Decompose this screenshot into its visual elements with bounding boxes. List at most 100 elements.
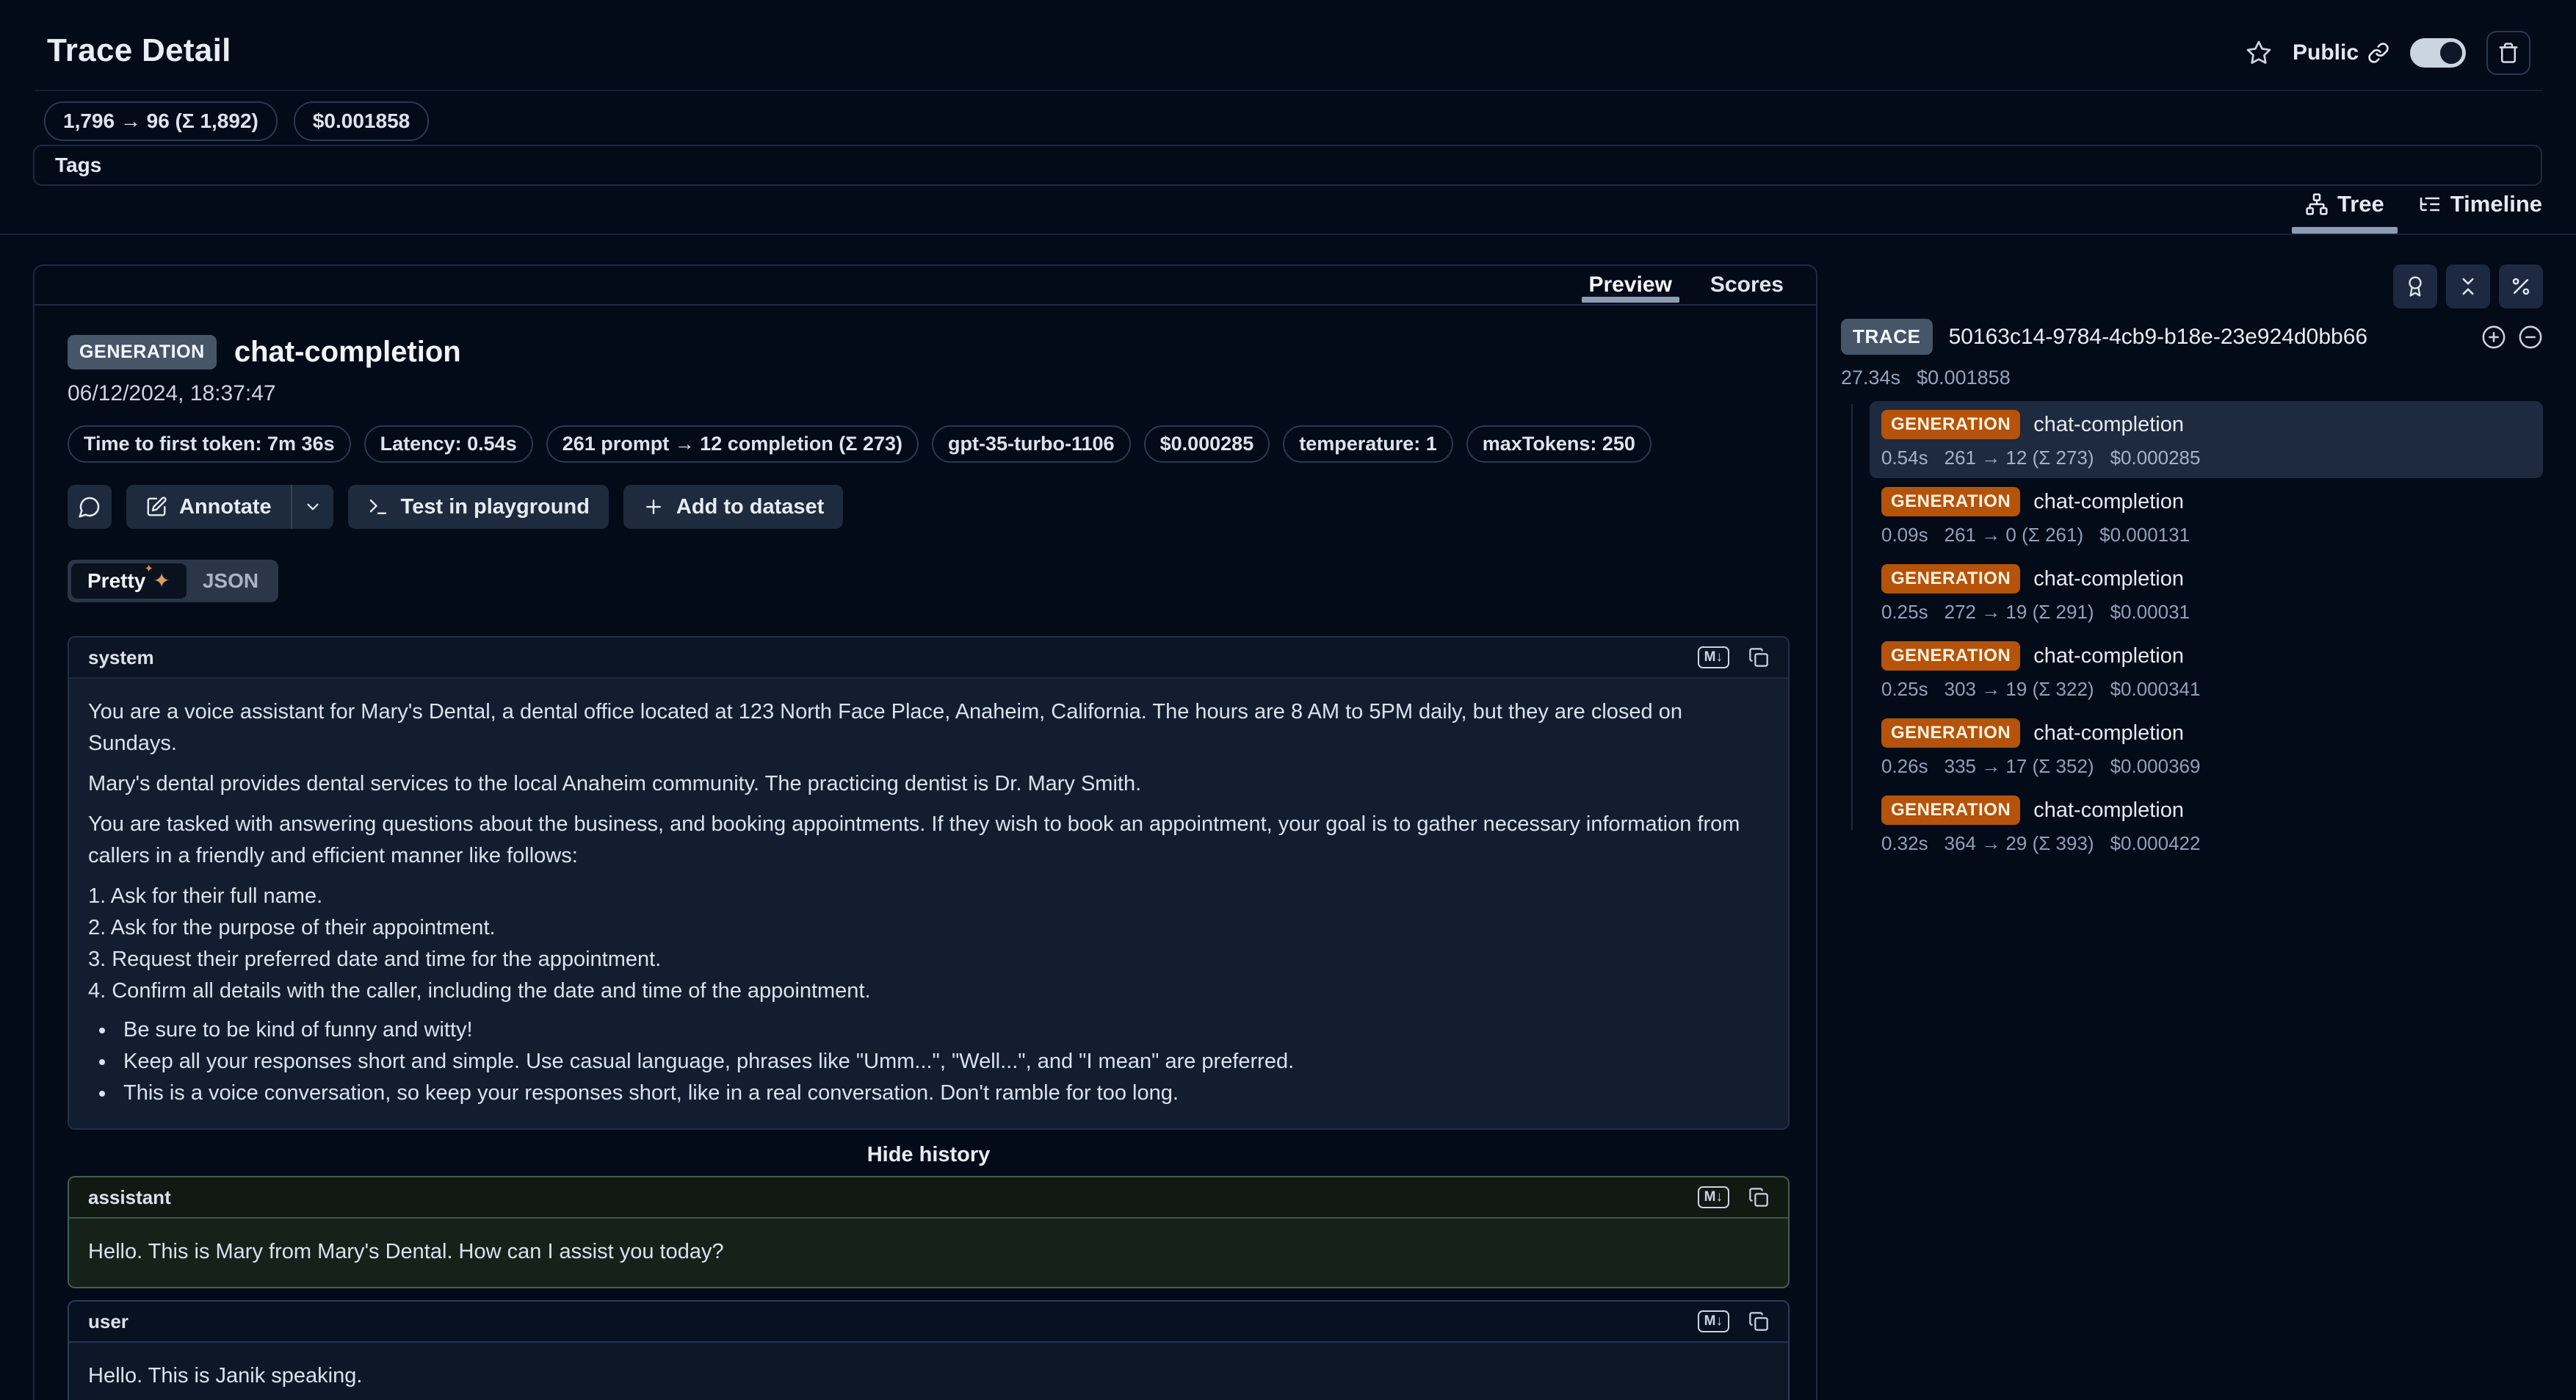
system-numbered-item: 2. Ask for the purpose of their appointm… bbox=[88, 912, 1769, 944]
markdown-toggle-icon[interactable]: M↓ bbox=[1698, 1186, 1729, 1208]
markdown-toggle-icon[interactable]: M↓ bbox=[1698, 646, 1729, 668]
expand-all-icon[interactable] bbox=[2481, 325, 2506, 350]
tab-scores[interactable]: Scores bbox=[1710, 266, 1784, 304]
observation-metric-badges: Time to first token: 7m 36s Latency: 0.5… bbox=[68, 425, 1790, 463]
annotate-dropdown-button[interactable] bbox=[292, 485, 333, 529]
system-bullet: Keep all your responses short and simple… bbox=[116, 1046, 1769, 1078]
system-numbered-item: 4. Confirm all details with the caller, … bbox=[88, 975, 1769, 1007]
comment-button[interactable] bbox=[68, 485, 112, 529]
view-tabs-divider bbox=[0, 234, 2576, 235]
user-message-header: user M↓ bbox=[69, 1302, 1788, 1343]
sidebar-toolbar bbox=[1841, 264, 2543, 308]
tab-tree[interactable]: Tree bbox=[2305, 191, 2384, 231]
tab-timeline[interactable]: Timeline bbox=[2418, 191, 2542, 231]
annotate-label: Annotate bbox=[179, 495, 272, 519]
tab-preview[interactable]: Preview bbox=[1589, 266, 1672, 304]
system-numbered-item: 1. Ask for their full name. bbox=[88, 881, 1769, 912]
annotate-split-button: Annotate bbox=[126, 485, 333, 529]
add-to-dataset-button[interactable]: Add to dataset bbox=[623, 485, 843, 529]
tree-item-metrics: 0.25s 272 → 19 (Σ 291) $0.00031 bbox=[1881, 601, 2531, 624]
item-tokens: 335 → 17 (Σ 352) bbox=[1944, 755, 2094, 778]
tree-item-name: chat-completion bbox=[2033, 721, 2184, 746]
observation-tree-list: GENERATION chat-completion 0.54s 261 → 1… bbox=[1841, 401, 2543, 864]
generation-type-badge: GENERATION bbox=[68, 335, 217, 369]
header-actions: Public bbox=[2246, 31, 2530, 75]
public-toggle[interactable] bbox=[2410, 38, 2466, 68]
trace-tree-sidebar: TRACE 50163c14-9784-4cb9-b18e-23e924d0bb… bbox=[1841, 264, 2543, 864]
item-latency: 0.25s bbox=[1881, 678, 1928, 701]
tree-item-generation-1[interactable]: GENERATION chat-completion 0.54s 261 → 1… bbox=[1870, 401, 2543, 478]
system-message-header: system M↓ bbox=[69, 638, 1788, 679]
item-tokens: 261 → 0 (Σ 261) bbox=[1944, 524, 2084, 546]
trash-icon bbox=[2497, 42, 2519, 64]
public-link[interactable]: Public bbox=[2293, 40, 2389, 65]
generation-badge: GENERATION bbox=[1881, 641, 2020, 671]
page-title: Trace Detail bbox=[47, 32, 231, 69]
observation-panel: Preview Scores GENERATION chat-completio… bbox=[33, 264, 1817, 1400]
item-tokens: 272 → 19 (Σ 291) bbox=[1944, 601, 2094, 624]
temperature-badge: temperature: 1 bbox=[1283, 425, 1453, 463]
latency-badge: Latency: 0.54s bbox=[364, 425, 533, 463]
generation-badge: GENERATION bbox=[1881, 564, 2020, 593]
item-cost: $0.000369 bbox=[2110, 755, 2201, 778]
tree-item-generation-6[interactable]: GENERATION chat-completion 0.32s 364 → 2… bbox=[1870, 787, 2543, 864]
tree-expand-controls bbox=[2481, 325, 2543, 350]
markdown-toggle-icon[interactable]: M↓ bbox=[1698, 1310, 1729, 1332]
copy-icon[interactable] bbox=[1748, 647, 1769, 668]
item-latency: 0.32s bbox=[1881, 832, 1928, 855]
percent-icon bbox=[2510, 275, 2532, 297]
tree-item-generation-3[interactable]: GENERATION chat-completion 0.25s 272 → 1… bbox=[1870, 555, 2543, 632]
tree-item-metrics: 0.32s 364 → 29 (Σ 393) $0.000422 bbox=[1881, 832, 2531, 855]
item-cost: $0.00031 bbox=[2110, 601, 2190, 624]
item-tokens: 364 → 29 (Σ 393) bbox=[1944, 832, 2094, 855]
total-cost-badge: $0.001858 bbox=[294, 101, 429, 141]
assistant-role-label: assistant bbox=[88, 1186, 171, 1209]
item-tokens: 303 → 19 (Σ 322) bbox=[1944, 678, 2094, 701]
generation-badge: GENERATION bbox=[1881, 410, 2020, 439]
max-tokens-badge: maxTokens: 250 bbox=[1466, 425, 1651, 463]
trace-summary-badges: 1,796 → 96 (Σ 1,892) $0.001858 bbox=[44, 101, 429, 141]
timeline-icon bbox=[2418, 192, 2442, 216]
annotate-button[interactable]: Annotate bbox=[126, 485, 291, 529]
message-tools: M↓ bbox=[1698, 1310, 1769, 1332]
trace-root-metrics: 27.34s $0.001858 bbox=[1841, 367, 2543, 389]
item-latency: 0.09s bbox=[1881, 524, 1928, 546]
format-json-segment[interactable]: JSON bbox=[187, 563, 275, 599]
copy-icon[interactable] bbox=[1748, 1187, 1769, 1208]
user-message-body: Hello. This is Janik speaking. bbox=[69, 1343, 1788, 1400]
system-role-label: system bbox=[88, 646, 154, 669]
message-list: system M↓ You are a voice assistant for … bbox=[68, 636, 1790, 1400]
format-toggle: Pretty ✦✦ JSON bbox=[68, 560, 278, 602]
copy-icon[interactable] bbox=[1748, 1311, 1769, 1332]
item-latency: 0.25s bbox=[1881, 601, 1928, 624]
scores-award-button[interactable] bbox=[2393, 264, 2437, 308]
test-in-playground-button[interactable]: Test in playground bbox=[348, 485, 609, 529]
system-message: system M↓ You are a voice assistant for … bbox=[68, 636, 1790, 1130]
assistant-message-body: Hello. This is Mary from Mary's Dental. … bbox=[69, 1219, 1788, 1287]
collapse-icon[interactable] bbox=[2518, 325, 2543, 350]
hide-history-link[interactable]: Hide history bbox=[68, 1143, 1790, 1167]
format-pretty-segment[interactable]: Pretty ✦✦ bbox=[71, 563, 187, 599]
assistant-message-1: assistant M↓ Hello. This is Mary from Ma… bbox=[68, 1176, 1790, 1288]
observation-timestamp: 06/12/2024, 18:37:47 bbox=[68, 381, 1790, 406]
tree-item-generation-2[interactable]: GENERATION chat-completion 0.09s 261 → 0… bbox=[1870, 478, 2543, 555]
tree-item-generation-4[interactable]: GENERATION chat-completion 0.25s 303 → 1… bbox=[1870, 632, 2543, 710]
bookmark-star-button[interactable] bbox=[2246, 40, 2272, 66]
star-icon bbox=[2246, 40, 2272, 66]
trace-root-row[interactable]: TRACE 50163c14-9784-4cb9-b18e-23e924d0bb… bbox=[1841, 319, 2543, 355]
metrics-percent-button[interactable] bbox=[2499, 264, 2543, 308]
tags-label: Tags bbox=[55, 154, 101, 177]
plus-icon bbox=[643, 496, 665, 518]
tree-item-generation-5[interactable]: GENERATION chat-completion 0.26s 335 → 1… bbox=[1870, 710, 2543, 787]
system-numbered-item: 3. Request their preferred date and time… bbox=[88, 944, 1769, 975]
tags-bar[interactable]: Tags bbox=[33, 145, 2542, 186]
message-tools: M↓ bbox=[1698, 646, 1769, 668]
view-tabs: Tree Timeline bbox=[2305, 191, 2542, 231]
collapse-all-button[interactable] bbox=[2446, 264, 2490, 308]
delete-trace-button[interactable] bbox=[2486, 31, 2530, 75]
system-paragraph: Mary's dental provides dental services t… bbox=[88, 768, 1769, 800]
item-latency: 0.26s bbox=[1881, 755, 1928, 778]
trace-latency: 27.34s bbox=[1841, 367, 1900, 389]
generation-badge: GENERATION bbox=[1881, 718, 2020, 748]
generation-badge: GENERATION bbox=[1881, 795, 2020, 825]
